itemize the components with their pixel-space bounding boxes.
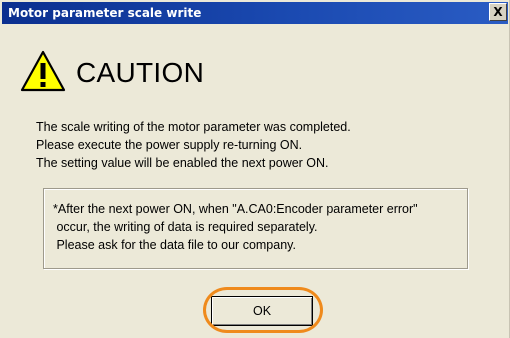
dialog-window: Motor parameter scale write X CAUTION Th… (0, 0, 510, 338)
caution-heading: CAUTION (76, 57, 205, 88)
message-line: The setting value will be enabled the ne… (36, 156, 329, 170)
message-line: The scale writing of the motor parameter… (36, 120, 351, 134)
note-line: Please ask for the data file to our comp… (53, 238, 296, 252)
message-line: Please execute the power supply re-turni… (36, 138, 303, 152)
note-line: occur, the writing of data is required s… (53, 220, 318, 234)
close-icon: X (493, 5, 503, 19)
window-title: Motor parameter scale write (8, 6, 202, 20)
note-text: *After the next power ON, when "A.CA0:En… (53, 200, 418, 254)
title-bar[interactable]: Motor parameter scale write X (2, 2, 508, 24)
message-text: The scale writing of the motor parameter… (36, 118, 351, 172)
ok-button-highlight-ring (203, 287, 323, 333)
close-button[interactable]: X (489, 3, 507, 21)
note-line: *After the next power ON, when "A.CA0:En… (53, 202, 418, 216)
note-group-box: *After the next power ON, when "A.CA0:En… (43, 188, 468, 269)
warning-icon (20, 50, 66, 92)
